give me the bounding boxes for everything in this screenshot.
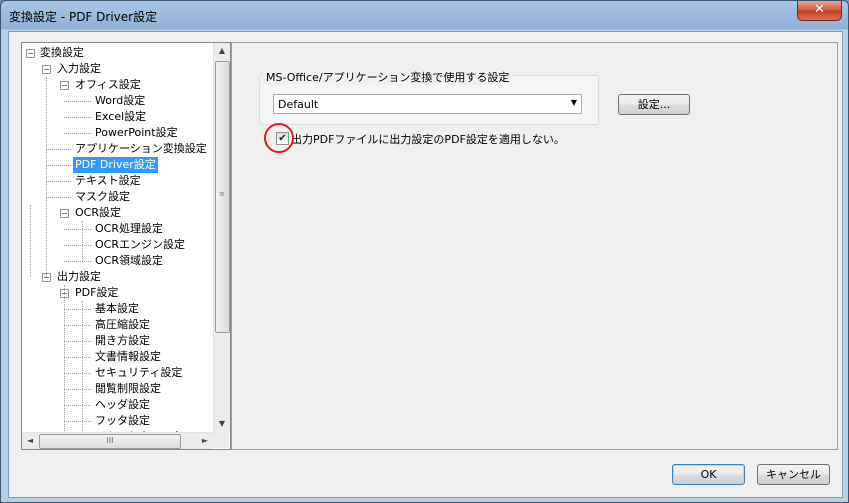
tree-item[interactable]: アプリケーション変換設定: [73, 141, 209, 157]
tree-connector: [64, 245, 91, 246]
tree-item[interactable]: OCR領域設定: [93, 253, 165, 269]
tree-item[interactable]: テキスト設定: [73, 173, 143, 189]
chevron-down-icon[interactable]: ▼: [571, 98, 577, 107]
settings-button[interactable]: 設定...: [618, 94, 690, 115]
cancel-button[interactable]: キャンセル: [757, 464, 830, 485]
tree-connector: [64, 101, 91, 102]
settings-tree[interactable]: − 変換設定 − 入力設定 − オフィス設定 Word設定 Excel設定 PowerPoint…: [22, 43, 213, 432]
tree-item[interactable]: 基本設定: [93, 301, 141, 317]
tree-connector: [64, 421, 91, 422]
tree-item[interactable]: Word設定: [93, 93, 147, 109]
tree-item[interactable]: 出力設定: [55, 269, 103, 285]
dropdown-selected-value: Default: [278, 98, 319, 111]
tree-connector: [64, 133, 91, 134]
tree-vertical-scrollbar[interactable]: ▲ ≡ ▼: [213, 43, 230, 432]
tree-expander-icon[interactable]: −: [42, 65, 51, 74]
tree-item[interactable]: Excel設定: [93, 109, 148, 125]
tree-guide-line: [64, 285, 65, 432]
tree-item[interactable]: フッタ設定: [93, 413, 152, 429]
tree-connector: [46, 181, 71, 182]
settings-tree-panel: − 変換設定 − 入力設定 − オフィス設定 Word設定 Excel設定 PowerPoint…: [21, 42, 231, 450]
tree-connector: [64, 309, 91, 310]
tree-connector: [46, 197, 71, 198]
tree-connector: [64, 405, 91, 406]
tree-item[interactable]: 変換設定: [38, 45, 86, 61]
tree-guide-line: [30, 205, 31, 277]
tree-connector: [46, 165, 71, 166]
dialog-window: 変換設定 - PDF Driver設定 ✕ − 変換設定 − 入力設定 − オフィス設定 W…: [0, 0, 849, 503]
tree-connector: [46, 149, 71, 150]
tree-expander-icon[interactable]: −: [60, 81, 69, 90]
tree-item[interactable]: 閲覧制限設定: [93, 381, 163, 397]
tree-connector: [64, 341, 91, 342]
close-button[interactable]: ✕: [797, 1, 842, 21]
tree-connector: [64, 117, 91, 118]
tree-guide-line: [46, 77, 47, 277]
tree-guide-line: [82, 221, 83, 261]
tree-horizontal-scrollbar[interactable]: ◄ III ►: [22, 432, 213, 449]
tree-expander-icon[interactable]: −: [26, 49, 35, 58]
tree-expander-icon[interactable]: −: [60, 209, 69, 218]
scroll-left-button[interactable]: ◄: [22, 433, 38, 449]
tree-item[interactable]: PDF Driver設定: [73, 157, 158, 173]
tree-item[interactable]: 開き方設定: [93, 333, 152, 349]
title-bar[interactable]: 変換設定 - PDF Driver設定 ✕: [1, 1, 848, 30]
tree-item[interactable]: オフィス設定: [73, 77, 143, 93]
tree-connector: [64, 261, 91, 262]
checkbox-label[interactable]: 出力PDFファイルに出力設定のPDF設定を適用しない。: [291, 131, 565, 147]
tree-item[interactable]: 高圧縮設定: [93, 317, 152, 333]
tree-item[interactable]: OCR処理設定: [93, 221, 165, 237]
tree-item[interactable]: セキュリティ設定: [93, 365, 184, 381]
ok-button[interactable]: OK: [672, 464, 745, 485]
highlight-circle-annotation: [264, 123, 294, 153]
settings-profile-dropdown[interactable]: Default ▼: [273, 94, 582, 114]
scroll-right-button[interactable]: ►: [197, 433, 213, 449]
tree-item[interactable]: PowerPoint設定: [93, 125, 180, 141]
tree-guide-line: [82, 301, 83, 432]
scroll-down-button[interactable]: ▼: [214, 416, 230, 432]
dialog-client-area: − 変換設定 − 入力設定 − オフィス設定 Word設定 Excel設定 PowerPoint…: [8, 31, 843, 498]
settings-content-panel: MS-Office/アプリケーション変換で使用する設定 Default ▼ 設定…: [231, 42, 838, 450]
tree-connector: [64, 229, 91, 230]
tree-item[interactable]: 文書情報設定: [93, 349, 163, 365]
tree-item[interactable]: OCR設定: [73, 205, 123, 221]
tree-item[interactable]: OCRエンジン設定: [93, 237, 187, 253]
grip-icon: ≡: [219, 190, 225, 198]
group-label: MS-Office/アプリケーション変換で使用する設定: [263, 69, 513, 85]
tree-item[interactable]: PDF設定: [73, 285, 120, 301]
tree-connector: [64, 373, 91, 374]
tree-connector: [64, 357, 91, 358]
horizontal-scroll-thumb[interactable]: III: [39, 434, 181, 449]
scroll-up-button[interactable]: ▲: [214, 43, 230, 59]
tree-connector: [64, 325, 91, 326]
scrollbar-corner: [213, 432, 229, 448]
close-icon: ✕: [814, 2, 825, 17]
tree-connector: [64, 389, 91, 390]
tree-item[interactable]: 入力設定: [55, 61, 103, 77]
tree-item[interactable]: ヘッダ設定: [93, 397, 152, 413]
vertical-scroll-thumb[interactable]: ≡: [215, 61, 230, 333]
tree-item[interactable]: マスク設定: [73, 189, 132, 205]
window-title: 変換設定 - PDF Driver設定: [9, 10, 158, 24]
